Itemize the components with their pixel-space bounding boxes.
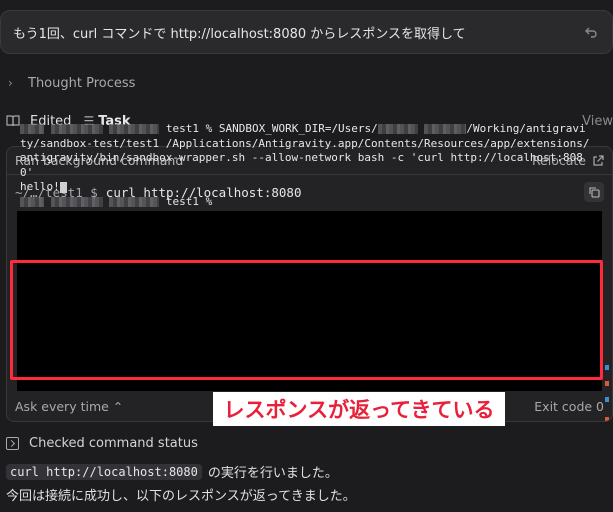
redacted-block xyxy=(50,196,103,207)
redacted-block xyxy=(50,124,103,134)
response-line-1: curl http://localhost:8080 の実行を行いました。 xyxy=(6,462,338,481)
redacted-block xyxy=(109,124,160,134)
terminal-output xyxy=(17,211,602,391)
thought-process-label: Thought Process xyxy=(28,75,136,91)
book-icon xyxy=(6,115,20,127)
redacted-block xyxy=(109,196,160,207)
checked-command-status[interactable]: Checked command status xyxy=(6,432,198,454)
thought-process-toggle[interactable]: › Thought Process xyxy=(8,72,135,94)
redacted-block xyxy=(377,124,418,134)
checked-command-label: Checked command status xyxy=(29,435,198,451)
undo-icon[interactable] xyxy=(582,23,600,41)
inline-code: curl http://localhost:8080 xyxy=(6,463,202,480)
exit-code-label: Exit code 0 xyxy=(534,398,604,414)
scrollbar-markers xyxy=(605,365,612,421)
terminal-line1-suffix: test1 % SANDBOX_WORK_DIR=/Users/ xyxy=(165,122,378,135)
terminal-next-prompt: test1 % xyxy=(165,194,213,208)
prompt-box[interactable]: もう1回、curl コマンドで http://localhost:8080 から… xyxy=(0,10,613,54)
redacted-block xyxy=(20,196,44,207)
redacted-block xyxy=(424,124,467,134)
ask-every-time-dropdown[interactable]: Ask every time ⌃ xyxy=(15,399,123,414)
terminal-cursor xyxy=(59,181,67,193)
prompt-text: もう1回、curl コマンドで http://localhost:8080 から… xyxy=(13,26,466,42)
ask-every-time-label: Ask every time xyxy=(15,398,109,414)
redacted-block xyxy=(20,124,44,134)
chevron-up-icon: ⌃ xyxy=(112,398,124,414)
external-link-icon xyxy=(593,154,604,166)
terminal-text: test1 % SANDBOX_WORK_DIR=/Users/ /Workin… xyxy=(20,122,592,210)
terminal-blank-area xyxy=(17,211,602,297)
chevron-right-icon: › xyxy=(8,76,13,90)
annotation-label: レスポンスが返ってきている xyxy=(213,392,505,426)
response-line-1-text: の実行を行いました。 xyxy=(207,466,338,481)
terminal-icon xyxy=(6,436,19,450)
response-line-2: 今回は接続に成功し、以下のレスポンスが返ってきました。 xyxy=(6,489,356,504)
terminal-output-hello: hello! xyxy=(20,180,60,194)
